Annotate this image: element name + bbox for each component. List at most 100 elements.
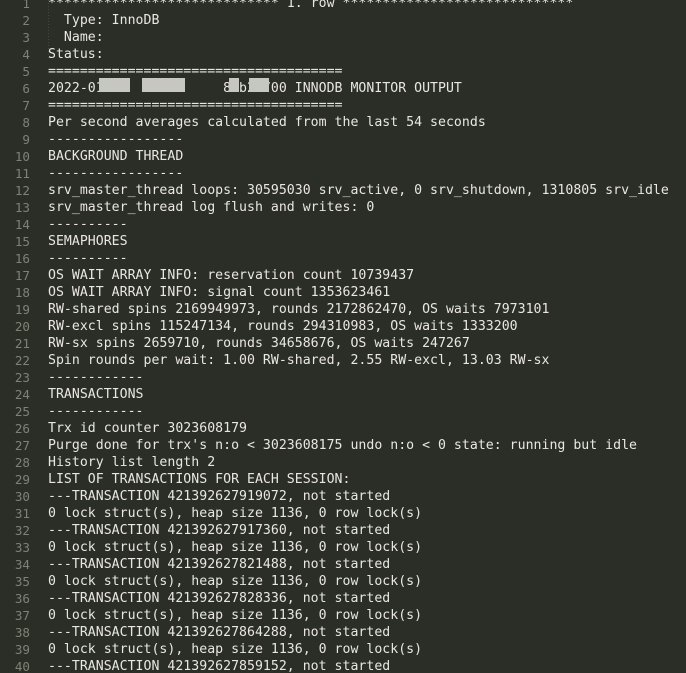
code-line[interactable]: 9 ----------------- <box>0 131 686 148</box>
code-line[interactable]: 3 Name: <box>0 29 686 46</box>
line-number: 20 <box>14 319 30 334</box>
code-line[interactable]: 29 LIST OF TRANSACTIONS FOR EACH SESSION: <box>0 471 686 488</box>
line-number: 25 <box>14 404 30 419</box>
code-line[interactable]: 4 Status: <box>0 46 686 63</box>
redaction-month-day <box>99 78 130 92</box>
line-number: 17 <box>14 268 30 283</box>
line-number: 5 <box>22 64 30 79</box>
code-line[interactable]: 7 ===================================== <box>0 97 686 114</box>
code-text: ***************************** 1. row ***… <box>48 0 574 11</box>
code-text: ---TRANSACTION 421392627917360, not star… <box>48 523 391 538</box>
code-line[interactable]: 16 ---------- <box>0 250 686 267</box>
code-text: ------------ <box>48 370 144 385</box>
code-line[interactable]: 21 RW-sx spins 2659710, rounds 34658676, … <box>0 335 686 352</box>
code-line[interactable]: 15 SEMAPHORES <box>0 233 686 250</box>
line-number: 23 <box>14 370 30 385</box>
code-text: 0 lock struct(s), heap size 1136, 0 row … <box>48 642 423 657</box>
code-text: 0 lock struct(s), heap size 1136, 0 row … <box>48 608 423 623</box>
code-text: RW-shared spins 2169949973, rounds 21728… <box>48 302 550 317</box>
code-line[interactable]: 32 ---TRANSACTION 421392627917360, not st… <box>0 522 686 539</box>
line-number: 30 <box>14 489 30 504</box>
line-number: 26 <box>14 421 30 436</box>
line-number: 31 <box>14 506 30 521</box>
line-number: 7 <box>22 98 30 113</box>
code-line[interactable]: 22 Spin rounds per wait: 1.00 RW-shared, … <box>0 352 686 369</box>
code-line[interactable]: 33 0 lock struct(s), heap size 1136, 0 ro… <box>0 539 686 556</box>
code-line[interactable]: 37 0 lock struct(s), heap size 1136, 0 ro… <box>0 607 686 624</box>
code-text: srv_master_thread loops: 30595030 srv_ac… <box>48 183 669 198</box>
code-line[interactable]: 20 RW-excl spins 115247134, rounds 294310… <box>0 318 686 335</box>
code-text: ---TRANSACTION 421392627828336, not star… <box>48 591 391 606</box>
line-number: 22 <box>14 353 30 368</box>
code-line[interactable]: 18 OS WAIT ARRAY INFO: signal count 13536… <box>0 284 686 301</box>
line-number: 3 <box>22 30 30 45</box>
code-text: RW-excl spins 115247134, rounds 29431098… <box>48 319 518 334</box>
line-number: 18 <box>14 285 30 300</box>
code-text: ------------ <box>48 404 144 419</box>
code-line[interactable]: 23 ------------ <box>0 369 686 386</box>
code-text: OS WAIT ARRAY INFO: signal count 1353623… <box>48 285 391 300</box>
line-number: 13 <box>14 200 30 215</box>
code-line[interactable]: 39 0 lock struct(s), heap size 1136, 0 ro… <box>0 641 686 658</box>
code-line[interactable]: 25 ------------ <box>0 403 686 420</box>
line-number: 28 <box>14 455 30 470</box>
redaction-date-time <box>142 78 185 92</box>
code-line[interactable]: 8 Per second averages calculated from the… <box>0 114 686 131</box>
redaction-time-digit <box>229 78 239 92</box>
line-number: 1 <box>22 0 30 11</box>
code-text: RW-sx spins 2659710, rounds 34658676, OS… <box>48 336 470 351</box>
line-number: 2 <box>22 13 30 28</box>
line-number: 38 <box>14 625 30 640</box>
code-text: Per second averages calculated from the … <box>48 115 486 130</box>
code-text: srv_master_thread log flush and writes: … <box>48 200 375 215</box>
code-text: BACKGROUND THREAD <box>48 149 184 164</box>
line-number: 34 <box>14 557 30 572</box>
code-line[interactable]: 36 ---TRANSACTION 421392627828336, not st… <box>0 590 686 607</box>
line-number: 14 <box>14 217 30 232</box>
line-number: 8 <box>22 115 30 130</box>
code-line[interactable]: 13 srv_master_thread log flush and writes… <box>0 199 686 216</box>
code-text: 0 lock struct(s), heap size 1136, 0 row … <box>48 574 423 589</box>
code-line[interactable]: 12 srv_master_thread loops: 30595030 srv_… <box>0 182 686 199</box>
code-text: ---TRANSACTION 421392627859152, not star… <box>48 659 391 673</box>
line-number: 33 <box>14 540 30 555</box>
code-text: Purge done for trx's n:o < 3023608175 un… <box>48 438 638 453</box>
code-line[interactable]: 31 0 lock struct(s), heap size 1136, 0 ro… <box>0 505 686 522</box>
code-text: History list length 2 <box>48 455 216 470</box>
line-number: 27 <box>14 438 30 453</box>
code-text: Trx id counter 3023608179 <box>48 421 247 436</box>
code-line[interactable]: 28 History list length 2 <box>0 454 686 471</box>
code-line[interactable]: 38 ---TRANSACTION 421392627864288, not st… <box>0 624 686 641</box>
code-line[interactable]: 24 TRANSACTIONS <box>0 386 686 403</box>
code-line[interactable]: 10 BACKGROUND THREAD <box>0 148 686 165</box>
code-text: ===================================== <box>48 98 343 113</box>
line-number: 12 <box>14 183 30 198</box>
code-text: LIST OF TRANSACTIONS FOR EACH SESSION: <box>48 472 351 487</box>
code-text: Status: <box>48 47 104 62</box>
code-text: ---TRANSACTION 421392627919072, not star… <box>48 489 391 504</box>
code-text: SEMAPHORES <box>48 234 128 249</box>
code-line[interactable]: 26 Trx id counter 3023608179 <box>0 420 686 437</box>
code-line[interactable]: 34 ---TRANSACTION 421392627821488, not st… <box>0 556 686 573</box>
code-line[interactable]: 14 ---------- <box>0 216 686 233</box>
line-number: 32 <box>14 523 30 538</box>
code-line[interactable]: 30 ---TRANSACTION 421392627919072, not st… <box>0 488 686 505</box>
line-number: 37 <box>14 608 30 623</box>
code-line[interactable]: 17 OS WAIT ARRAY INFO: reservation count … <box>0 267 686 284</box>
code-viewer[interactable]: 1 ***************************** 1. row **… <box>0 0 686 673</box>
code-line[interactable]: 35 0 lock struct(s), heap size 1136, 0 ro… <box>0 573 686 590</box>
code-text: ---------- <box>48 217 128 232</box>
code-line[interactable]: 19 RW-shared spins 2169949973, rounds 217… <box>0 301 686 318</box>
code-line[interactable]: 1 ***************************** 1. row **… <box>0 0 686 12</box>
line-number: 21 <box>14 336 30 351</box>
line-number: 6 <box>22 81 30 96</box>
code-text: ---TRANSACTION 421392627864288, not star… <box>48 625 391 640</box>
code-text: OS WAIT ARRAY INFO: reservation count 10… <box>48 268 415 283</box>
code-line[interactable]: 40 ---TRANSACTION 421392627859152, not st… <box>0 658 686 673</box>
line-number: 36 <box>14 591 30 606</box>
code-line[interactable]: 27 Purge done for trx's n:o < 3023608175 … <box>0 437 686 454</box>
line-number: 39 <box>14 642 30 657</box>
code-line[interactable]: 11 ----------------- <box>0 165 686 182</box>
code-line[interactable]: 2 Type: InnoDB <box>0 12 686 29</box>
code-text: ---------- <box>48 251 128 266</box>
